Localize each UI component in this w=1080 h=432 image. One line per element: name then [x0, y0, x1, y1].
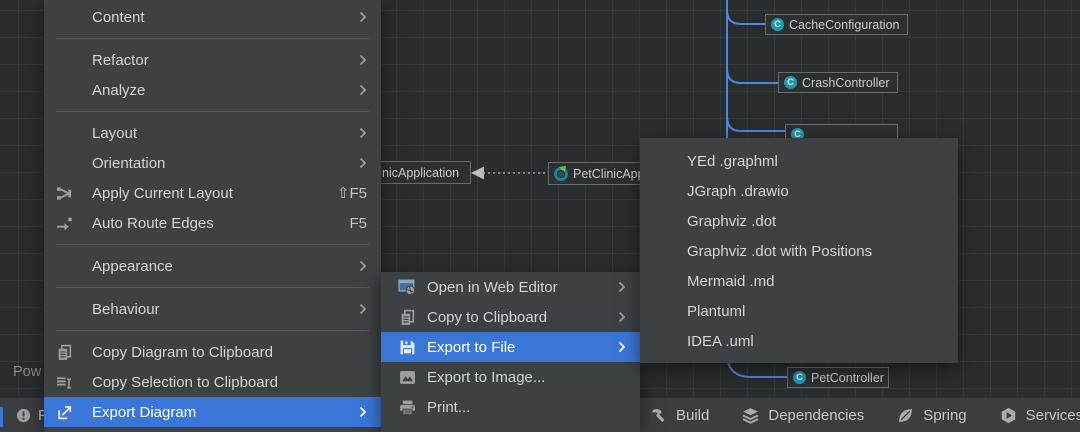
diagram-node[interactable]: C CrashController	[778, 72, 898, 93]
menu-item-graphviz-dot[interactable]: Graphviz .dot	[640, 206, 958, 236]
chevron-right-icon	[359, 11, 367, 23]
menu-item-graphviz-dot-with-positions[interactable]: Graphviz .dot with Positions	[640, 236, 958, 266]
menu-item-refactor[interactable]: Refactor	[44, 45, 381, 75]
menu-item-content[interactable]: Content	[44, 2, 381, 32]
menu-item-orientation[interactable]: Orientation	[44, 148, 381, 178]
diagram-node[interactable]: PetClinicAppl	[548, 162, 643, 185]
menu-separator	[56, 287, 369, 288]
problems-icon[interactable]	[16, 408, 31, 423]
menu-item-copy-to-clipboard[interactable]: Copy to Clipboard	[381, 302, 640, 332]
menu-item-copy-selection-to-clipboard[interactable]: Copy Selection to Clipboard	[44, 367, 381, 397]
copy-icon	[397, 309, 417, 326]
node-label: PetClinicAppl	[573, 167, 643, 181]
copy-icon	[52, 344, 76, 361]
spring-boot-run-icon	[554, 167, 568, 181]
chevron-right-icon	[618, 341, 626, 353]
chevron-right-icon	[618, 311, 626, 323]
diagram-context-menu: Content Refactor Analyze Layout Orientat…	[44, 0, 381, 432]
auto-route-icon	[52, 215, 76, 232]
menu-separator	[56, 244, 369, 245]
menu-separator	[56, 330, 369, 331]
toolwindow-spring[interactable]: Spring	[897, 407, 966, 424]
export-diagram-submenu: Open in Web Editor Copy to Clipboard	[381, 272, 640, 432]
diagram-node[interactable]: C PetController	[787, 367, 889, 388]
chevron-right-icon	[359, 84, 367, 96]
menu-item-yed-graphml[interactable]: YEd .graphml	[640, 146, 958, 176]
printer-icon	[397, 399, 417, 416]
export-format-submenu: YEd .graphml JGraph .drawio Graphviz .do…	[640, 138, 958, 363]
chevron-right-icon	[359, 54, 367, 66]
menu-item-jgraph-drawio[interactable]: JGraph .drawio	[640, 176, 958, 206]
node-label: PetController	[811, 371, 884, 385]
class-icon: C	[784, 76, 797, 89]
copy-selection-icon	[52, 374, 76, 391]
toolwindow-build[interactable]: Build	[650, 407, 709, 424]
services-icon	[1000, 407, 1017, 424]
image-icon	[397, 369, 417, 386]
apply-layout-icon	[52, 185, 76, 202]
save-icon	[397, 339, 417, 356]
chevron-right-icon	[359, 303, 367, 315]
chevron-right-icon	[618, 281, 626, 293]
diagram-node[interactable]: nicApplication	[376, 161, 471, 184]
powered-by-watermark: Pow	[13, 364, 41, 380]
menu-item-export-to-file[interactable]: Export to File	[381, 332, 640, 362]
chevron-right-icon	[359, 127, 367, 139]
node-label: CacheConfiguration	[789, 18, 900, 32]
toolwindow-services[interactable]: Services	[1000, 407, 1080, 424]
diagram-node[interactable]: C CacheConfiguration	[765, 14, 908, 35]
node-label: nicApplication	[382, 166, 459, 180]
web-editor-icon	[397, 278, 417, 296]
menu-item-appearance[interactable]: Appearance	[44, 251, 381, 281]
export-diagram-icon	[52, 404, 76, 421]
layers-icon	[742, 407, 759, 424]
menu-item-open-in-web-editor[interactable]: Open in Web Editor	[381, 272, 640, 302]
menu-item-print[interactable]: Print...	[381, 392, 640, 422]
class-icon: C	[771, 18, 784, 31]
menu-item-apply-current-layout[interactable]: Apply Current Layout ⇧F5	[44, 178, 381, 208]
menu-item-idea-uml[interactable]: IDEA .uml	[640, 326, 958, 356]
background-selection-sliver	[0, 407, 3, 427]
chevron-right-icon	[359, 260, 367, 272]
leaf-icon	[897, 407, 914, 424]
shortcut-label: F5	[349, 215, 367, 232]
menu-item-auto-route-edges[interactable]: Auto Route Edges F5	[44, 208, 381, 238]
menu-item-layout[interactable]: Layout	[44, 118, 381, 148]
menu-item-plantuml[interactable]: Plantuml	[640, 296, 958, 326]
menu-separator	[56, 111, 369, 112]
menu-item-export-diagram[interactable]: Export Diagram	[44, 397, 381, 427]
chevron-right-icon	[359, 157, 367, 169]
toolwindow-dependencies[interactable]: Dependencies	[742, 407, 864, 424]
hammer-icon	[650, 407, 667, 424]
menu-item-export-to-image[interactable]: Export to Image...	[381, 362, 640, 392]
menu-separator	[56, 38, 369, 39]
class-icon: C	[793, 371, 806, 384]
chevron-right-icon	[359, 406, 367, 418]
menu-item-copy-diagram-to-clipboard[interactable]: Copy Diagram to Clipboard	[44, 337, 381, 367]
menu-item-analyze[interactable]: Analyze	[44, 75, 381, 105]
node-label: CrashController	[802, 76, 890, 90]
menu-item-behaviour[interactable]: Behaviour	[44, 294, 381, 324]
menu-item-mermaid-md[interactable]: Mermaid .md	[640, 266, 958, 296]
shortcut-label: ⇧F5	[337, 184, 367, 202]
